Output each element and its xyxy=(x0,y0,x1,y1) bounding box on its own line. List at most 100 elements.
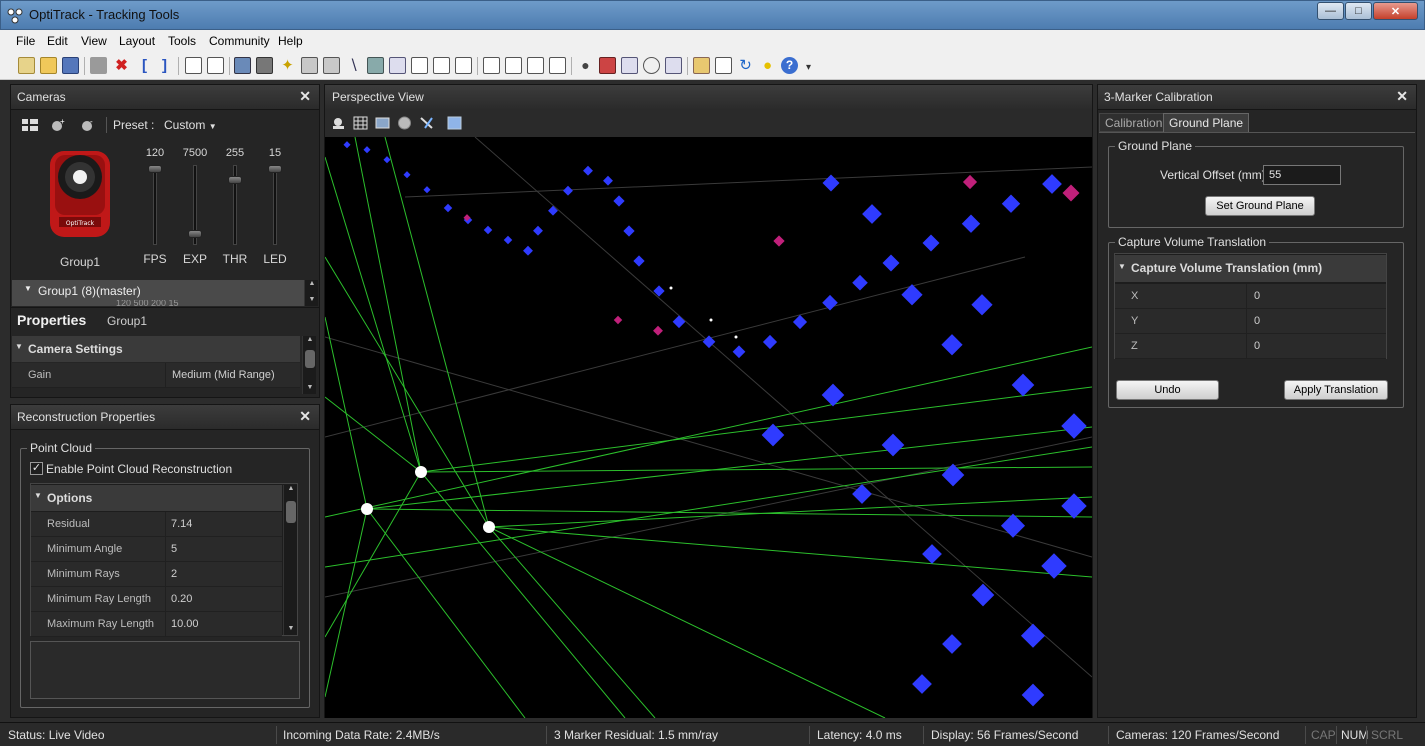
camera-view-icon[interactable] xyxy=(331,116,346,130)
translation-x-row[interactable]: X 0 xyxy=(1115,284,1386,309)
bracket-open-icon[interactable]: [ xyxy=(136,57,153,74)
group-scrollbar[interactable]: ▲ ▼ xyxy=(304,280,318,306)
scroll-up-icon[interactable]: ▲ xyxy=(284,485,298,495)
preset-dropdown[interactable]: Custom ▼ xyxy=(164,118,217,132)
graph-icon[interactable] xyxy=(367,57,384,74)
sphere-icon[interactable] xyxy=(397,116,412,130)
options-section[interactable]: ▼ Options xyxy=(31,485,282,511)
markers-icon[interactable] xyxy=(447,116,462,130)
menu-community[interactable]: Community xyxy=(209,34,270,48)
translation-z-row[interactable]: Z 0 xyxy=(1115,334,1386,359)
led-slider[interactable]: 15 LED xyxy=(260,147,290,266)
gain-row[interactable]: Gain Medium (Mid Range) xyxy=(12,363,300,388)
tools-icon[interactable] xyxy=(90,57,107,74)
3d-scene[interactable] xyxy=(325,137,1092,718)
new-icon[interactable] xyxy=(18,57,35,74)
refresh-icon[interactable]: ↻ xyxy=(737,57,754,74)
scroll-up-icon[interactable]: ▲ xyxy=(305,280,319,290)
fps-slider[interactable]: 120 FPS xyxy=(140,147,170,266)
undo-button[interactable]: Undo xyxy=(1116,380,1219,400)
save-icon[interactable] xyxy=(62,57,79,74)
lightbulb-icon[interactable]: ● xyxy=(759,57,776,74)
help-icon[interactable]: ? xyxy=(781,57,798,74)
expand-triangle-icon[interactable]: ▼ xyxy=(24,284,32,293)
properties-scrollbar[interactable]: ▲ ▼ xyxy=(302,336,316,394)
page-icon[interactable] xyxy=(621,57,638,74)
grid-view-3-icon[interactable] xyxy=(455,57,472,74)
grid-view-1-icon[interactable] xyxy=(411,57,428,74)
apply-translation-button[interactable]: Apply Translation xyxy=(1284,380,1388,400)
thr-slider[interactable]: 255 THR xyxy=(220,147,250,266)
minimum-angle-row[interactable]: Minimum Angle 5 xyxy=(31,537,282,562)
report-icon[interactable] xyxy=(665,57,682,74)
maximize-button[interactable]: □ xyxy=(1345,2,1372,20)
remove-camera-icon[interactable]: - xyxy=(80,118,96,132)
translation-y-row[interactable]: Y 0 xyxy=(1115,309,1386,334)
set-ground-plane-button[interactable]: Set Ground Plane xyxy=(1205,196,1315,216)
list-view-icon[interactable] xyxy=(22,118,38,132)
wand-icon[interactable]: ✦ xyxy=(279,57,296,74)
exp-slider[interactable]: 7500 EXP xyxy=(180,147,210,266)
tape-icon[interactable] xyxy=(323,57,340,74)
columns-1-icon[interactable] xyxy=(483,57,500,74)
no-entry-icon[interactable] xyxy=(643,57,660,74)
calendar-icon[interactable] xyxy=(693,57,710,74)
vertical-offset-input[interactable]: 55 xyxy=(1263,165,1341,185)
menu-help[interactable]: Help xyxy=(278,34,303,48)
columns-3-icon[interactable] xyxy=(527,57,544,74)
tab-calibration[interactable]: Calibration xyxy=(1099,113,1169,132)
columns-4-icon[interactable] xyxy=(549,57,566,74)
scroll-down-icon[interactable]: ▼ xyxy=(284,625,298,635)
line-icon[interactable]: ∖ xyxy=(345,57,362,74)
screen-red-icon[interactable] xyxy=(599,57,616,74)
properties-subtitle: Group1 xyxy=(107,314,148,328)
close-button[interactable]: ✕ xyxy=(1373,2,1418,20)
enable-point-cloud-checkbox[interactable]: ✓ xyxy=(30,462,43,475)
video-icon[interactable] xyxy=(301,57,318,74)
menu-tools[interactable]: Tools xyxy=(168,34,196,48)
toolbar-overflow-icon[interactable]: ▾ xyxy=(800,57,817,74)
latency-text: Latency: 4.0 ms xyxy=(817,728,902,742)
document-icon[interactable] xyxy=(389,57,406,74)
scroll-down-icon[interactable]: ▼ xyxy=(305,296,319,306)
image-view-icon[interactable] xyxy=(375,116,390,130)
marker-1 xyxy=(415,466,427,478)
menu-layout[interactable]: Layout xyxy=(119,34,155,48)
open-folder-icon[interactable] xyxy=(40,57,57,74)
delete-icon[interactable]: ✖ xyxy=(113,57,130,74)
close-icon[interactable]: ✕ xyxy=(1396,88,1408,105)
minimum-rays-row[interactable]: Minimum Rays 2 xyxy=(31,562,282,587)
add-camera-icon[interactable]: + xyxy=(50,118,66,132)
perspective-view[interactable]: Perspective View xyxy=(324,84,1093,718)
title-bar: OptiTrack - Tracking Tools — □ ✕ xyxy=(0,0,1425,30)
options-scrollbar[interactable]: ▲ ▼ xyxy=(283,485,297,635)
tab-ground-plane[interactable]: Ground Plane xyxy=(1163,113,1250,132)
minimize-button[interactable]: — xyxy=(1317,2,1344,20)
speech-bubble-icon[interactable]: ● xyxy=(577,57,594,74)
rays-icon[interactable] xyxy=(419,116,434,130)
menu-edit[interactable]: Edit xyxy=(47,34,68,48)
maximum-ray-length-row[interactable]: Maximum Ray Length 10.00 xyxy=(31,612,282,637)
minimum-ray-length-row[interactable]: Minimum Ray Length 0.20 xyxy=(31,587,282,612)
close-icon[interactable]: ✕ xyxy=(299,88,311,105)
layout-split-icon[interactable] xyxy=(185,57,202,74)
menu-view[interactable]: View xyxy=(81,34,107,48)
bracket-close-icon[interactable]: ] xyxy=(156,57,173,74)
svg-text:-: - xyxy=(90,118,93,126)
menu-file[interactable]: File xyxy=(16,34,35,48)
clipboard-icon[interactable] xyxy=(715,57,732,74)
layout-single-icon[interactable] xyxy=(207,57,224,74)
close-icon[interactable]: ✕ xyxy=(299,408,311,425)
residual-row[interactable]: Residual 7.14 xyxy=(31,512,282,537)
grid-icon[interactable] xyxy=(353,116,368,130)
monitor-icon[interactable] xyxy=(234,57,251,74)
camera-settings-section[interactable]: ▼ Camera Settings xyxy=(12,336,300,362)
camera-icon[interactable] xyxy=(256,57,273,74)
scroll-down-icon[interactable]: ▼ xyxy=(303,384,317,394)
grid-view-2-icon[interactable] xyxy=(433,57,450,74)
translation-x-key: X xyxy=(1131,290,1139,302)
translation-section[interactable]: ▼ Capture Volume Translation (mm) xyxy=(1115,255,1386,282)
camera-group-row[interactable]: ▼ Group1 (8)(master) 120 500 200 15 xyxy=(12,280,304,306)
columns-2-icon[interactable] xyxy=(505,57,522,74)
scroll-up-icon[interactable]: ▲ xyxy=(303,336,317,346)
